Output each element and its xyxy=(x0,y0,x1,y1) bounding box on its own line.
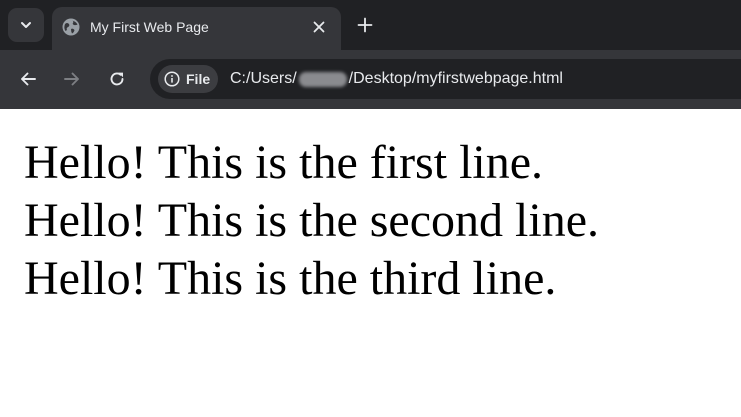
site-info-chip[interactable]: File xyxy=(158,65,218,93)
back-arrow-icon xyxy=(21,72,36,86)
tab-title: My First Web Page xyxy=(90,19,209,35)
forward-arrow-icon xyxy=(64,72,79,86)
new-tab-button[interactable] xyxy=(352,12,378,38)
browser-window: My First Web Page File C:/Users/ /Deskto… xyxy=(0,0,741,417)
page-line-1: Hello! This is the first line. xyxy=(24,136,544,189)
toolbar: File C:/Users/ /Desktop/myfirstwebpage.h… xyxy=(0,50,741,109)
forward-button[interactable] xyxy=(56,63,88,95)
chevron-down-icon xyxy=(21,22,31,28)
url-prefix: C:/Users/ xyxy=(230,70,297,87)
close-icon xyxy=(313,21,325,33)
reload-icon xyxy=(110,72,124,86)
globe-icon xyxy=(62,18,80,36)
address-bar[interactable]: File C:/Users/ /Desktop/myfirstwebpage.h… xyxy=(150,59,741,99)
redacted-username xyxy=(298,71,347,87)
tab-close-button[interactable] xyxy=(308,16,330,38)
info-icon xyxy=(164,71,180,87)
tab-search-button[interactable] xyxy=(8,8,44,42)
back-button[interactable] xyxy=(12,63,44,95)
page-line-3: Hello! This is the third line. xyxy=(24,252,557,305)
reload-button[interactable] xyxy=(101,63,133,95)
url-suffix: /Desktop/myfirstwebpage.html xyxy=(348,70,563,87)
tab-strip: My First Web Page xyxy=(0,0,741,50)
page-line-2: Hello! This is the second line. xyxy=(24,194,600,247)
url-text[interactable]: C:/Users/ /Desktop/myfirstwebpage.html xyxy=(230,69,563,89)
page-content: Hello! This is the first line. Hello! Th… xyxy=(0,109,741,417)
site-info-label: File xyxy=(186,71,211,87)
plus-icon xyxy=(357,17,373,33)
tab-my-first-web-page[interactable]: My First Web Page xyxy=(52,7,341,50)
